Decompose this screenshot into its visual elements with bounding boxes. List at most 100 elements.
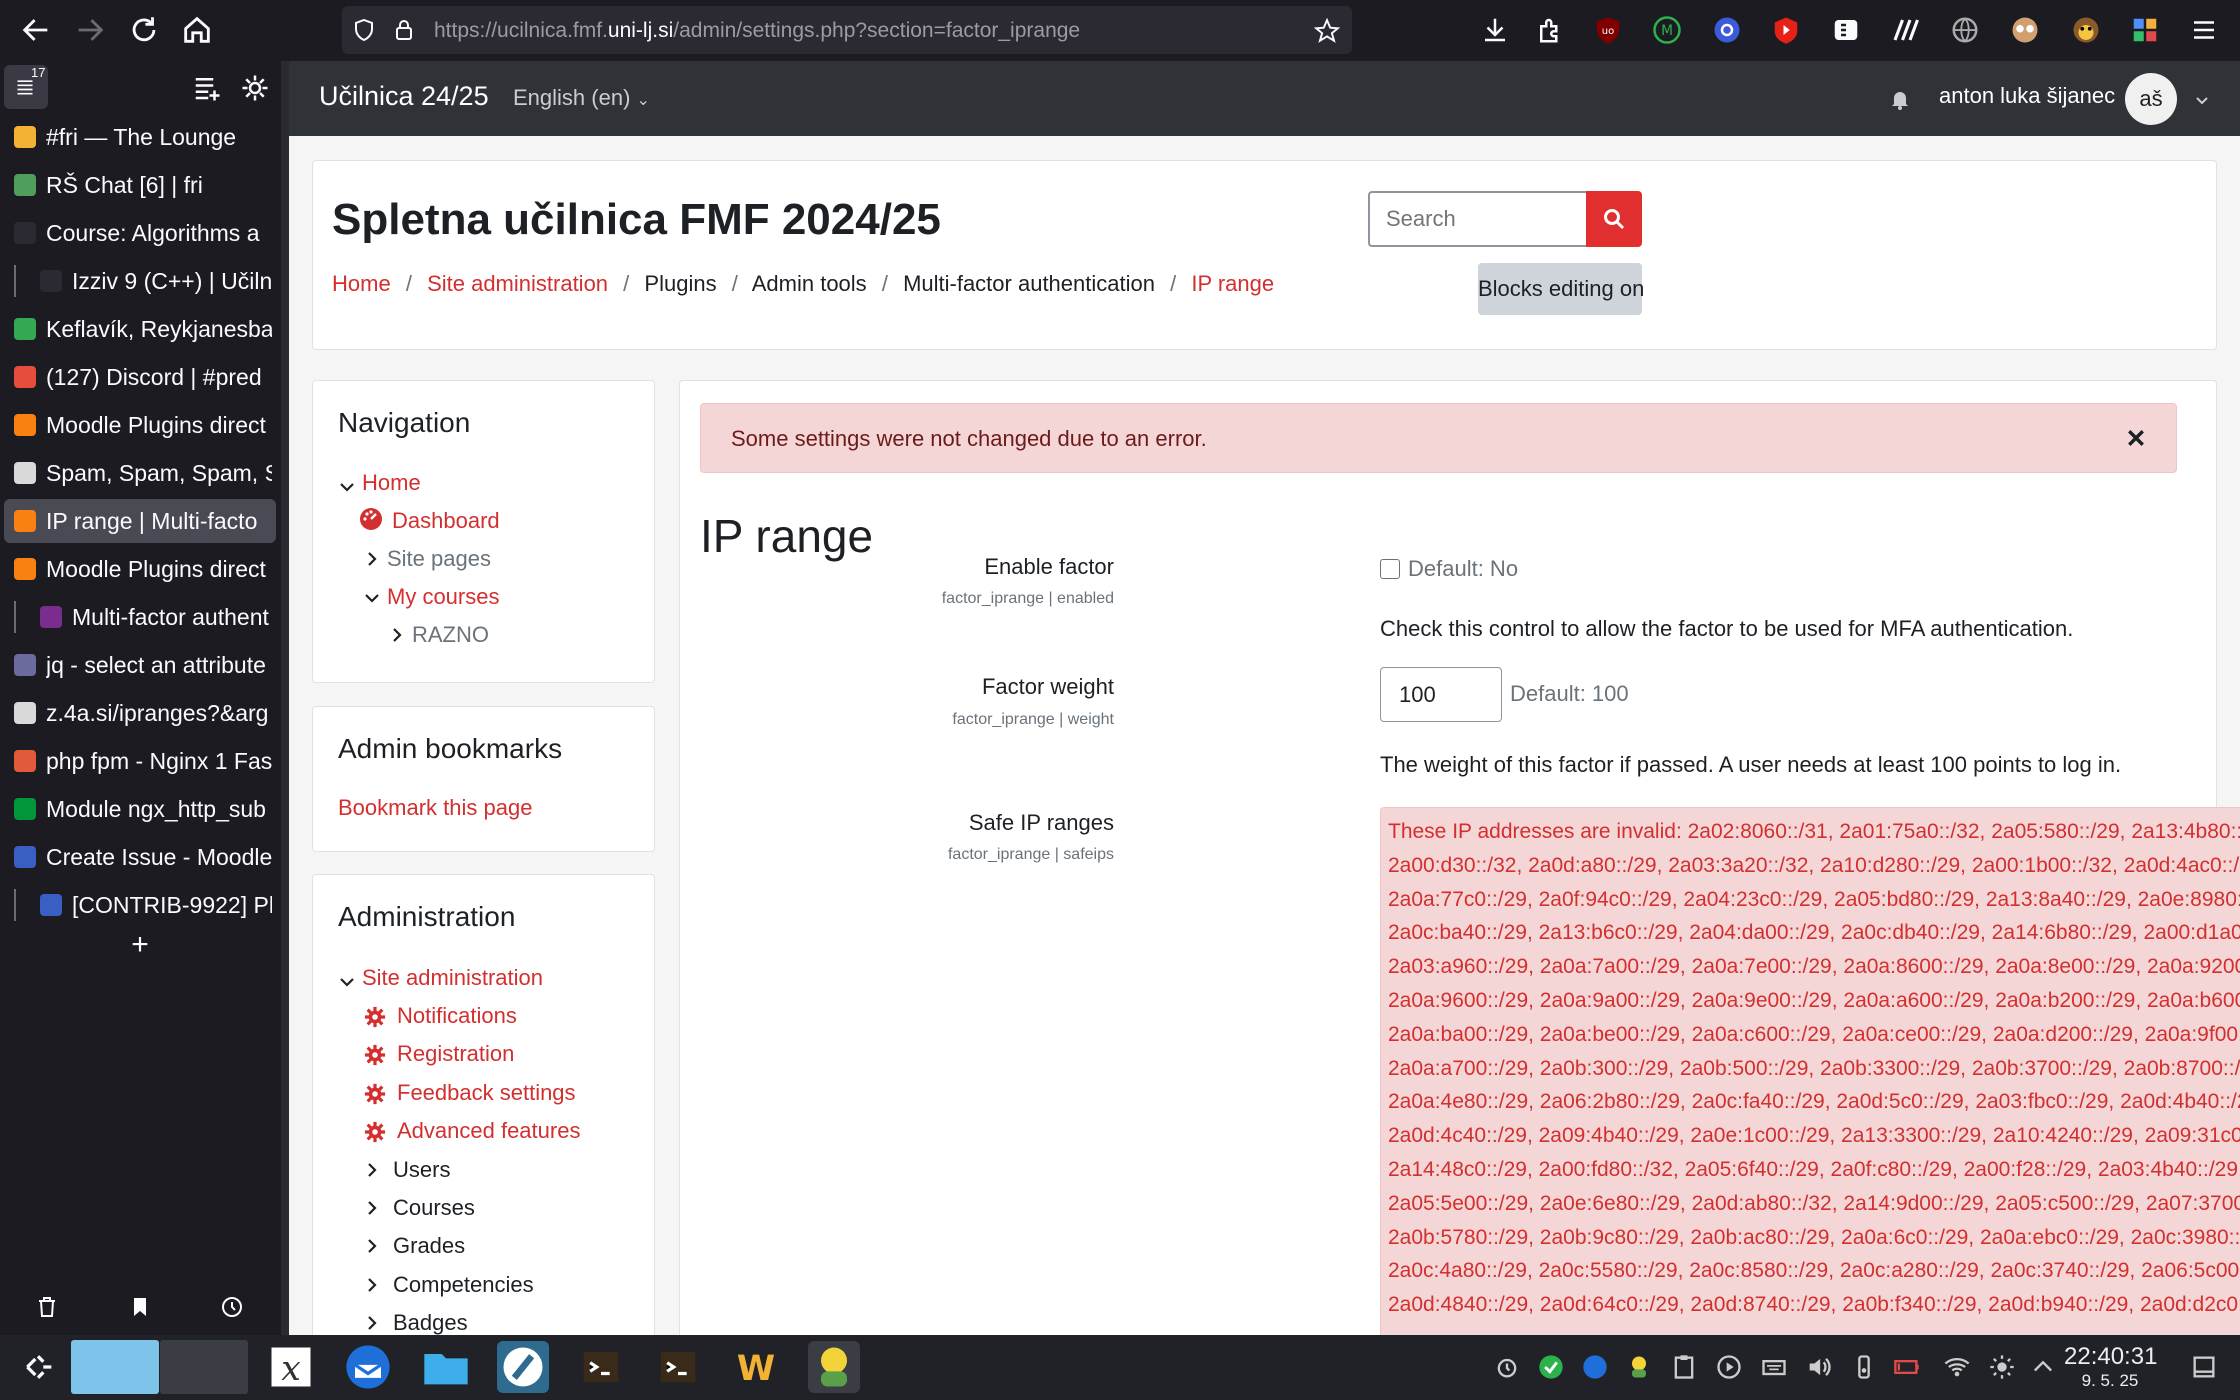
bookmark-this-page-link[interactable]: Bookmark this page bbox=[338, 795, 532, 821]
brightness-icon[interactable] bbox=[1988, 1353, 2016, 1381]
sidebar-tab[interactable]: Spam, Spam, Spam, S bbox=[4, 451, 276, 495]
breadcrumb-home[interactable]: Home bbox=[332, 271, 391, 296]
chevron-right-icon[interactable] bbox=[389, 627, 405, 643]
workspace-1[interactable] bbox=[71, 1340, 159, 1394]
search-button[interactable] bbox=[1586, 191, 1642, 247]
forward-arrow-icon[interactable] bbox=[73, 13, 107, 47]
yandex-icon[interactable]: W bbox=[730, 1341, 782, 1393]
extensions-icon[interactable] bbox=[1535, 15, 1565, 45]
clock-date[interactable]: 9. 5. 25 bbox=[2064, 1371, 2156, 1391]
avatar[interactable]: aš bbox=[2125, 73, 2177, 125]
sidebar-tab[interactable]: Moodle Plugins direct bbox=[4, 403, 276, 447]
nav-grades[interactable]: Grades bbox=[393, 1233, 465, 1259]
terminal-icon[interactable] bbox=[575, 1341, 627, 1393]
show-desktop-icon[interactable] bbox=[2190, 1353, 2218, 1381]
battery-icon[interactable] bbox=[1893, 1353, 1921, 1381]
chevron-down-icon[interactable] bbox=[364, 590, 380, 606]
volume-icon[interactable] bbox=[1805, 1353, 1833, 1381]
trash-icon[interactable] bbox=[35, 1295, 59, 1319]
breadcrumb-site-administration[interactable]: Site administration bbox=[427, 271, 608, 296]
sidebar-tab[interactable]: #fri — The Lounge bbox=[4, 115, 276, 159]
sidebar-tab[interactable]: (127) Discord | #pred bbox=[4, 355, 276, 399]
sidebar-tab[interactable]: Module ngx_http_sub bbox=[4, 787, 276, 831]
tab-list-menu-icon[interactable] bbox=[192, 73, 222, 103]
keyboard-icon[interactable] bbox=[1760, 1353, 1788, 1381]
nav-courses[interactable]: Courses bbox=[393, 1195, 475, 1221]
chevron-right-icon[interactable] bbox=[364, 1238, 380, 1254]
sidebar-tab[interactable]: z.4a.si/ipranges?&arg bbox=[4, 691, 276, 735]
gear-icon[interactable] bbox=[240, 73, 270, 103]
alarm-icon[interactable] bbox=[1493, 1353, 1521, 1381]
address-bar[interactable]: https://ucilnica.fmf.uni-lj.si/admin/set… bbox=[342, 6, 1352, 54]
sidebar-tab[interactable]: IP range | Multi-facto bbox=[4, 499, 276, 543]
sidebar-tab[interactable]: php fpm - Nginx 1 Fas bbox=[4, 739, 276, 783]
nav-my-courses[interactable]: My courses bbox=[387, 584, 499, 610]
file-manager-icon[interactable] bbox=[420, 1341, 472, 1393]
nav-site-administration[interactable]: Site administration bbox=[362, 965, 543, 991]
back-arrow-icon[interactable] bbox=[19, 13, 53, 47]
vertical-tabs-button[interactable]: 17 bbox=[4, 65, 48, 109]
nav-registration[interactable]: Registration bbox=[397, 1041, 514, 1067]
pidgin-icon[interactable] bbox=[808, 1341, 860, 1393]
menu-hamburger-icon[interactable] bbox=[2189, 15, 2219, 45]
nav-users[interactable]: Users bbox=[393, 1157, 450, 1183]
nav-competencies[interactable]: Competencies bbox=[393, 1272, 534, 1298]
stripes-extension-icon[interactable] bbox=[1890, 15, 1920, 45]
thunderbird-icon[interactable] bbox=[342, 1341, 394, 1393]
chevron-down-icon[interactable] bbox=[339, 479, 355, 495]
user-menu-chevron-icon[interactable] bbox=[2194, 92, 2210, 108]
enable-factor-checkbox[interactable] bbox=[1380, 559, 1400, 579]
expand-tray-icon[interactable] bbox=[2029, 1353, 2057, 1381]
ublock-icon[interactable]: uo bbox=[1593, 15, 1623, 45]
globe-extension-icon[interactable] bbox=[1950, 15, 1980, 45]
sidebar-tab[interactable]: Izziv 9 (C++) | Učilni bbox=[4, 259, 276, 303]
user-name[interactable]: anton luka šijanec bbox=[1939, 83, 2115, 109]
terminal-icon-2[interactable] bbox=[652, 1341, 704, 1393]
pidgin-tray-icon[interactable] bbox=[1625, 1353, 1653, 1381]
circle-extension-icon[interactable] bbox=[1712, 15, 1742, 45]
workspace-2[interactable] bbox=[160, 1340, 248, 1394]
chevron-right-icon[interactable] bbox=[364, 1277, 380, 1293]
app-launcher-icon[interactable] bbox=[22, 1351, 54, 1383]
chevron-down-icon[interactable] bbox=[339, 974, 355, 990]
bookmark-star-icon[interactable] bbox=[1314, 18, 1340, 44]
chevron-right-icon[interactable] bbox=[364, 1162, 380, 1178]
sidebar-tab[interactable]: Course: Algorithms a bbox=[4, 211, 276, 255]
sidebar-tab[interactable]: Keflavík, Reykjanesba bbox=[4, 307, 276, 351]
m-extension-icon[interactable]: M bbox=[1652, 15, 1682, 45]
media-player-icon[interactable] bbox=[1715, 1353, 1743, 1381]
nav-dashboard[interactable]: Dashboard bbox=[392, 508, 500, 534]
search-input[interactable] bbox=[1368, 191, 1588, 247]
bookmarks-icon[interactable] bbox=[128, 1295, 152, 1319]
youtube-icon[interactable] bbox=[1771, 15, 1801, 45]
new-tab-button[interactable]: + bbox=[120, 928, 160, 968]
close-icon[interactable] bbox=[2127, 429, 2145, 447]
nav-feedback-settings[interactable]: Feedback settings bbox=[397, 1080, 576, 1106]
site-brand[interactable]: Učilnica 24/25 bbox=[319, 81, 489, 112]
device-icon[interactable] bbox=[1850, 1353, 1878, 1381]
downloads-icon[interactable] bbox=[1480, 15, 1510, 45]
sidebar-tab[interactable]: Create Issue - Moodle bbox=[4, 835, 276, 879]
history-icon[interactable] bbox=[220, 1295, 244, 1319]
lock-icon[interactable] bbox=[392, 18, 416, 42]
home-icon[interactable] bbox=[180, 13, 214, 47]
sync-icon[interactable] bbox=[1537, 1353, 1565, 1381]
nav-notifications[interactable]: Notifications bbox=[397, 1003, 517, 1029]
factor-weight-input[interactable] bbox=[1380, 667, 1502, 722]
nav-badges[interactable]: Badges bbox=[393, 1310, 468, 1335]
clock-time[interactable]: 22:40:31 bbox=[2064, 1343, 2157, 1371]
sidebar-tab[interactable]: Multi-factor authent bbox=[4, 595, 276, 639]
shield-icon[interactable] bbox=[352, 18, 376, 42]
sidebar-tab[interactable]: [CONTRIB-9922] Plu bbox=[4, 883, 276, 927]
latex-editor-icon[interactable]: x bbox=[265, 1341, 317, 1393]
clipboard-icon[interactable] bbox=[1670, 1353, 1698, 1381]
monkey-extension-icon[interactable] bbox=[2071, 15, 2101, 45]
language-menu[interactable]: English (en) ⌄ bbox=[513, 85, 650, 111]
browser-task-icon[interactable] bbox=[497, 1341, 549, 1393]
chevron-right-icon[interactable] bbox=[364, 1315, 380, 1331]
reader-icon[interactable] bbox=[1831, 15, 1861, 45]
nav-razno[interactable]: RAZNO bbox=[412, 622, 489, 648]
notification-bell-icon[interactable] bbox=[1888, 86, 1912, 112]
nav-home[interactable]: Home bbox=[362, 470, 421, 496]
nav-site-pages[interactable]: Site pages bbox=[387, 546, 491, 572]
